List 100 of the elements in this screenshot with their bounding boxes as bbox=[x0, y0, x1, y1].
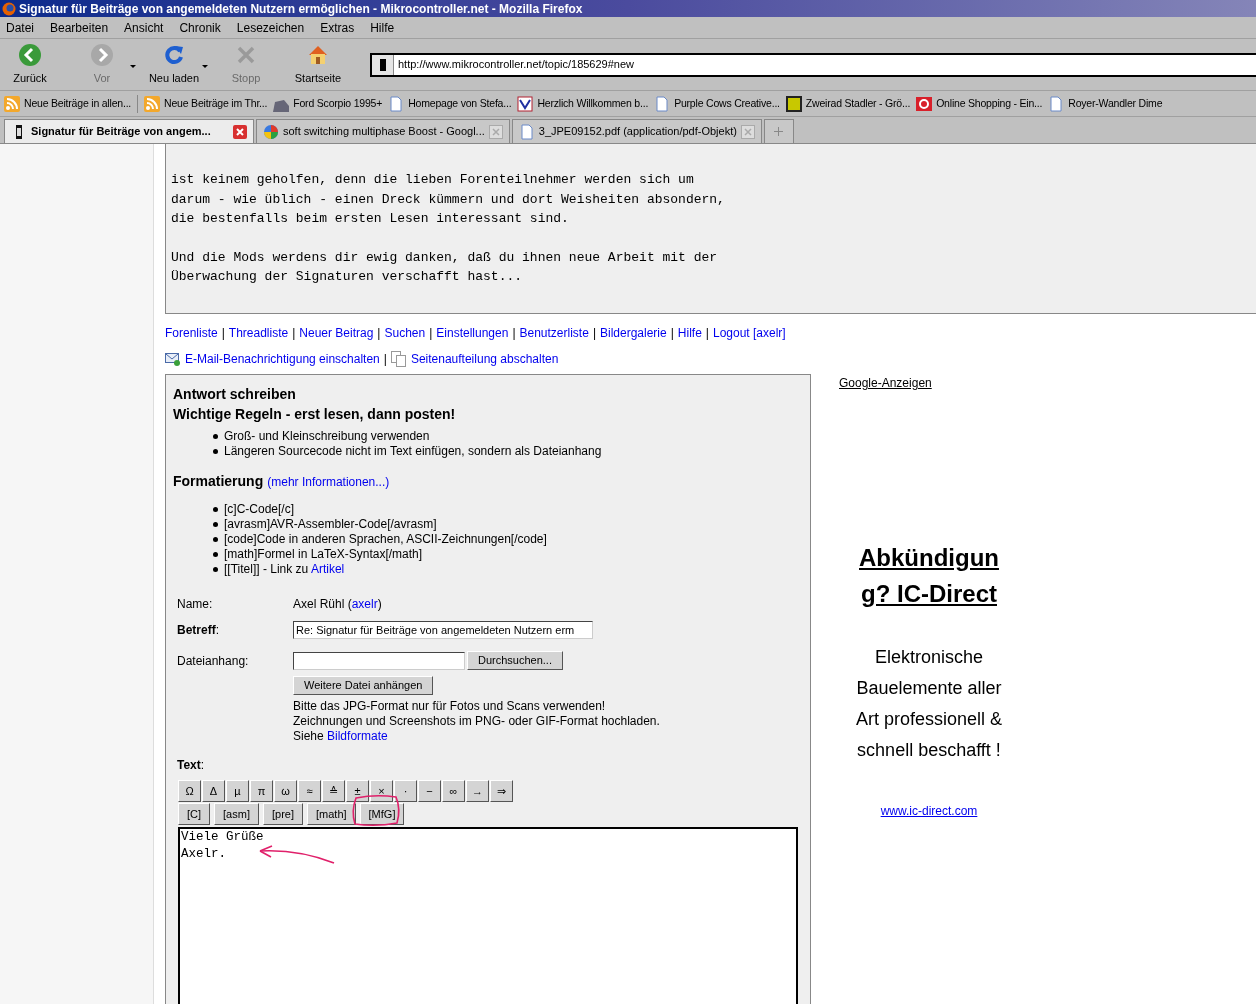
nav-link[interactable]: Threadliste bbox=[228, 324, 289, 342]
nav-link[interactable]: Suchen bbox=[384, 324, 426, 342]
separator: | bbox=[377, 325, 381, 342]
menu-item[interactable]: Bearbeiten bbox=[50, 18, 109, 37]
symbol-button[interactable]: π bbox=[250, 780, 273, 802]
option-link[interactable]: Seitenaufteilung abschalten bbox=[410, 350, 559, 368]
symbol-button[interactable]: ≙ bbox=[322, 780, 345, 802]
bookmark-item[interactable]: Zweirad Stadler - Grö... bbox=[785, 95, 911, 112]
toolbar-button[interactable]: Startseite bbox=[292, 42, 344, 87]
file-field[interactable] bbox=[293, 651, 465, 670]
pages-icon bbox=[390, 351, 407, 367]
tag-button[interactable]: [asm] bbox=[214, 803, 259, 825]
symbol-button[interactable]: · bbox=[394, 780, 417, 802]
formatting-heading: Formatierung bbox=[173, 472, 264, 491]
bullet-icon bbox=[213, 449, 218, 454]
plus-icon bbox=[774, 127, 784, 136]
symbol-button[interactable]: ⇒ bbox=[490, 780, 513, 802]
ads-label-link[interactable]: Google-Anzeigen bbox=[839, 374, 932, 392]
name-value: Axel Rühl (axelr) bbox=[293, 596, 382, 613]
menu-item[interactable]: Extras bbox=[320, 18, 355, 37]
q-logo-icon bbox=[916, 95, 933, 112]
tag-button[interactable]: [MfG] bbox=[359, 803, 405, 825]
ad-headline-link[interactable]: Abkündigung? IC-Direct bbox=[854, 540, 1004, 612]
symbol-button[interactable]: Ω bbox=[178, 780, 201, 802]
symbol-button[interactable]: ω bbox=[274, 780, 297, 802]
url-text: http://www.mikrocontroller.net/topic/185629#new bbox=[398, 56, 1256, 73]
symbol-button[interactable]: − bbox=[418, 780, 441, 802]
tag-button[interactable]: [math] bbox=[307, 803, 356, 825]
bullet-icon bbox=[213, 567, 218, 572]
toolbar-button[interactable]: Neu laden bbox=[148, 42, 200, 87]
rules-heading: Wichtige Regeln - erst lesen, dann posten! bbox=[173, 405, 457, 424]
symbol-button[interactable]: µ bbox=[226, 780, 249, 802]
bookmark-item[interactable]: Online Shopping - Ein... bbox=[916, 95, 1043, 112]
feed-icon bbox=[144, 95, 161, 112]
site-icon bbox=[372, 54, 394, 75]
format-item-text: [[Titel]] - Link zu Artikel bbox=[224, 562, 345, 577]
option-link[interactable]: E-Mail-Benachrichtigung einschalten bbox=[185, 350, 380, 368]
tag-button[interactable]: [C] bbox=[178, 803, 211, 825]
attach-file-button[interactable]: Weitere Datei anhängen bbox=[293, 676, 434, 695]
message-textarea[interactable]: Viele Grüße Axelr. bbox=[178, 827, 798, 1004]
article-link[interactable]: Artikel bbox=[310, 562, 345, 576]
toolbar-button[interactable]: Zurück bbox=[4, 42, 56, 87]
bullet-icon bbox=[213, 537, 218, 542]
menu-item[interactable]: Lesezeichen bbox=[236, 18, 305, 37]
symbol-button[interactable]: ∞ bbox=[442, 780, 465, 802]
menu-item[interactable]: Ansicht bbox=[124, 18, 164, 37]
bullet-icon bbox=[213, 434, 218, 439]
separator: | bbox=[429, 325, 433, 342]
bookmark-item[interactable]: Herzlich Willkommen b... bbox=[517, 95, 649, 112]
nav-link[interactable]: Logout [axelr] bbox=[712, 324, 786, 342]
nav-link[interactable]: Bildergalerie bbox=[600, 324, 667, 342]
separator: | bbox=[221, 325, 225, 342]
symbol-button[interactable]: ± bbox=[346, 780, 369, 802]
bookmark-item[interactable]: Royer-Wandler Dime bbox=[1048, 95, 1163, 112]
browse-button[interactable]: Durchsuchen... bbox=[467, 651, 563, 670]
separator: | bbox=[592, 325, 596, 342]
rule-text: Längeren Sourcecode nicht im Text einfügen, sondern als Dateianhang bbox=[224, 444, 602, 459]
feed-icon bbox=[4, 95, 20, 112]
nav-link[interactable]: Einstellungen bbox=[436, 324, 509, 342]
separator: | bbox=[512, 325, 516, 342]
browser-tab[interactable]: 3_JPE09152.pdf (application/pdf-Objekt) bbox=[511, 119, 762, 143]
bookmark-item[interactable]: Homepage von Stefa... bbox=[388, 95, 512, 112]
nav-link[interactable]: Hilfe bbox=[677, 324, 702, 342]
format-item-text: [avrasm]AVR-Assembler-Code[/avrasm] bbox=[224, 517, 437, 532]
quoted-paragraph: ist keinem geholfen, denn die lieben Forenteilnehmer werden sich um darum - wie üblich - einen Dreck kümmern und dort Weisheiten absondern, die bestenfalls beim ersten Lesen interessant sind. bbox=[171, 171, 726, 228]
bookmark-item[interactable]: Purple Cows Creative... bbox=[654, 95, 780, 112]
document-icon bbox=[654, 95, 671, 112]
tag-button[interactable]: [pre] bbox=[262, 803, 303, 825]
document-icon bbox=[1048, 95, 1065, 112]
nav-link[interactable]: Benutzerliste bbox=[519, 324, 589, 342]
close-icon bbox=[233, 124, 247, 139]
ad-text: Elektronische Bauelemente aller Art professionell & schnell beschafft ! bbox=[854, 646, 1004, 762]
menu-item[interactable]: Hilfe bbox=[370, 18, 395, 37]
symbol-button[interactable]: → bbox=[466, 780, 489, 802]
nav-link[interactable]: Forenliste bbox=[165, 324, 218, 342]
close-icon bbox=[740, 124, 755, 139]
browser-tab[interactable]: soft switching multiphase Boost - Googl... bbox=[256, 119, 510, 143]
symbol-button[interactable]: Δ bbox=[202, 780, 225, 802]
username-link[interactable]: axelr bbox=[351, 597, 378, 611]
image-formats-link[interactable]: Bildformate bbox=[327, 729, 388, 743]
more-info-link[interactable]: (mehr Informationen...) bbox=[267, 473, 390, 491]
format-item-text: [code]Code in anderen Sprachen, ASCII-Zeichnungen[/code] bbox=[224, 532, 547, 547]
window-title: Signatur für Beiträge von angemeldeten Nutzern ermöglichen - Mikrocontroller.net - Mozilla Firefox bbox=[19, 0, 583, 18]
rule-text: Groß- und Kleinschreibung verwenden bbox=[224, 429, 430, 444]
symbol-button[interactable]: ≈ bbox=[298, 780, 321, 802]
bookmark-item[interactable]: Ford Scorpio 1995+ bbox=[273, 95, 383, 112]
google-logo-icon bbox=[263, 123, 279, 140]
ad-url-link[interactable]: www.ic-direct.com bbox=[880, 802, 978, 820]
nav-link[interactable]: Neuer Beitrag bbox=[299, 324, 374, 342]
firefox-logo-icon bbox=[2, 1, 16, 16]
bookmark-item[interactable]: Neue Beiträge in allen... bbox=[4, 95, 132, 112]
text-label: Text: bbox=[177, 757, 206, 774]
bookmark-item[interactable]: Neue Beiträge im Thr... bbox=[144, 95, 268, 112]
bullet-icon bbox=[213, 522, 218, 527]
menu-item[interactable]: Datei bbox=[6, 18, 34, 37]
menu-item[interactable]: Chronik bbox=[179, 18, 221, 37]
address-field[interactable]: http://www.mikrocontroller.net/topic/185629#new bbox=[370, 52, 1256, 77]
subject-field[interactable]: Re: Signatur für Beiträge von angemeldeten Nutzern erm bbox=[293, 621, 593, 639]
symbol-button[interactable]: × bbox=[370, 780, 393, 802]
browser-tab[interactable]: Signatur für Beiträge von angem... bbox=[4, 119, 254, 143]
